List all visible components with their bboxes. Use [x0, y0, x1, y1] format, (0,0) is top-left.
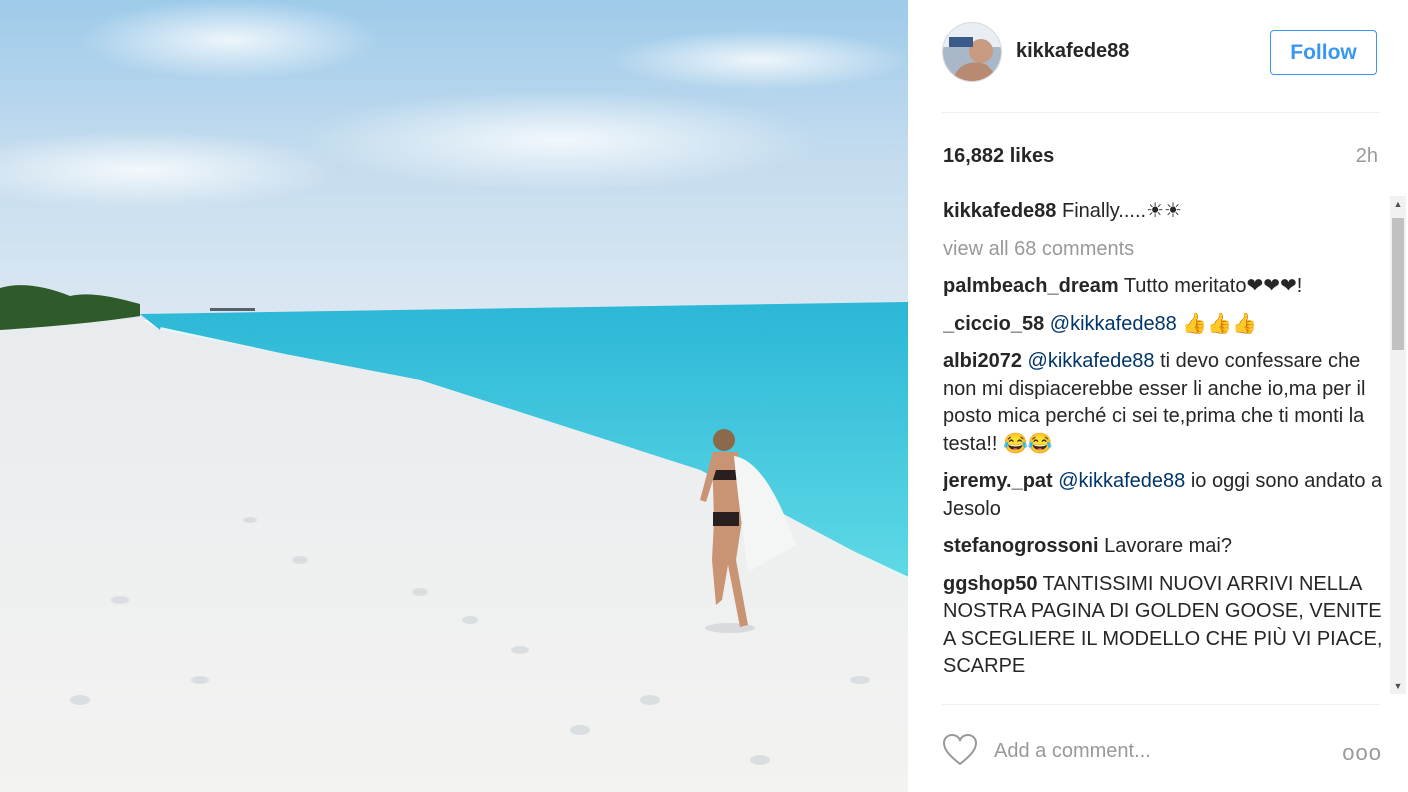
scroll-up-icon[interactable]: ▲ [1390, 196, 1406, 212]
caption-username[interactable]: kikkafede88 [943, 200, 1056, 222]
likes-count[interactable]: 16,882 likes [943, 145, 1054, 168]
comments-list[interactable]: kikkafede88 Finally.....☀☀ view all 68 c… [943, 198, 1385, 698]
divider [942, 112, 1380, 113]
comment-item: _ciccio_58 @kikkafede88 👍👍👍 [943, 311, 1385, 339]
comment-item: jeremy._pat @kikkafede88 io oggi sono an… [943, 468, 1385, 523]
caption-text: Finally.....☀☀ [1056, 200, 1182, 222]
comment-text: 👍👍👍 [1176, 312, 1258, 335]
comment-item: stefanogrossoni Lavorare mai? [943, 533, 1385, 561]
post-side-panel: kikkafede88 Follow 16,882 likes 2h kikka… [908, 0, 1408, 792]
post-header: kikkafede88 Follow [908, 0, 1408, 112]
comment-mention[interactable]: @kikkafede88 [1050, 313, 1177, 335]
comment-username[interactable]: palmbeach_dream [943, 275, 1119, 297]
comments-scrollbar[interactable]: ▲ ▼ [1390, 196, 1406, 694]
heart-icon[interactable] [942, 733, 978, 767]
comment-item: ggshop50 TANTISSIMI NUOVI ARRIVI NELLA N… [943, 571, 1385, 681]
comment-item: albi2072 @kikkafede88 ti devo confessare… [943, 348, 1385, 458]
beach-photo-image [0, 0, 908, 792]
comment-username[interactable]: stefanogrossoni [943, 535, 1099, 557]
comment-item: palmbeach_dream Tutto meritato❤❤❤! [943, 273, 1385, 301]
comment-username[interactable]: ggshop50 [943, 573, 1037, 595]
more-options-icon[interactable]: ooo [1342, 740, 1382, 766]
instagram-post-view: kikkafede88 Follow 16,882 likes 2h kikka… [0, 0, 1408, 792]
comment-username[interactable]: _ciccio_58 [943, 313, 1044, 335]
comment-mention[interactable]: @kikkafede88 [1058, 470, 1185, 492]
comment-text: Tutto meritato❤❤❤! [1118, 275, 1303, 297]
add-comment-input[interactable] [994, 737, 1314, 765]
post-time[interactable]: 2h [1356, 145, 1378, 168]
comment-text: Lavorare mai? [1098, 535, 1232, 557]
scrollbar-thumb[interactable] [1392, 218, 1404, 350]
scroll-down-icon[interactable]: ▼ [1390, 678, 1406, 694]
comment-username[interactable]: jeremy._pat [943, 470, 1053, 492]
view-all-comments-link[interactable]: view all 68 comments [943, 236, 1385, 264]
avatar-image [943, 23, 1001, 81]
follow-button[interactable]: Follow [1270, 30, 1377, 75]
post-photo[interactable] [0, 0, 908, 792]
post-caption: kikkafede88 Finally.....☀☀ [943, 198, 1385, 226]
divider [942, 704, 1380, 705]
comment-username[interactable]: albi2072 [943, 350, 1022, 372]
comment-mention[interactable]: @kikkafede88 [1028, 350, 1155, 372]
avatar[interactable] [942, 22, 1002, 82]
post-author-username[interactable]: kikkafede88 [1016, 40, 1129, 63]
